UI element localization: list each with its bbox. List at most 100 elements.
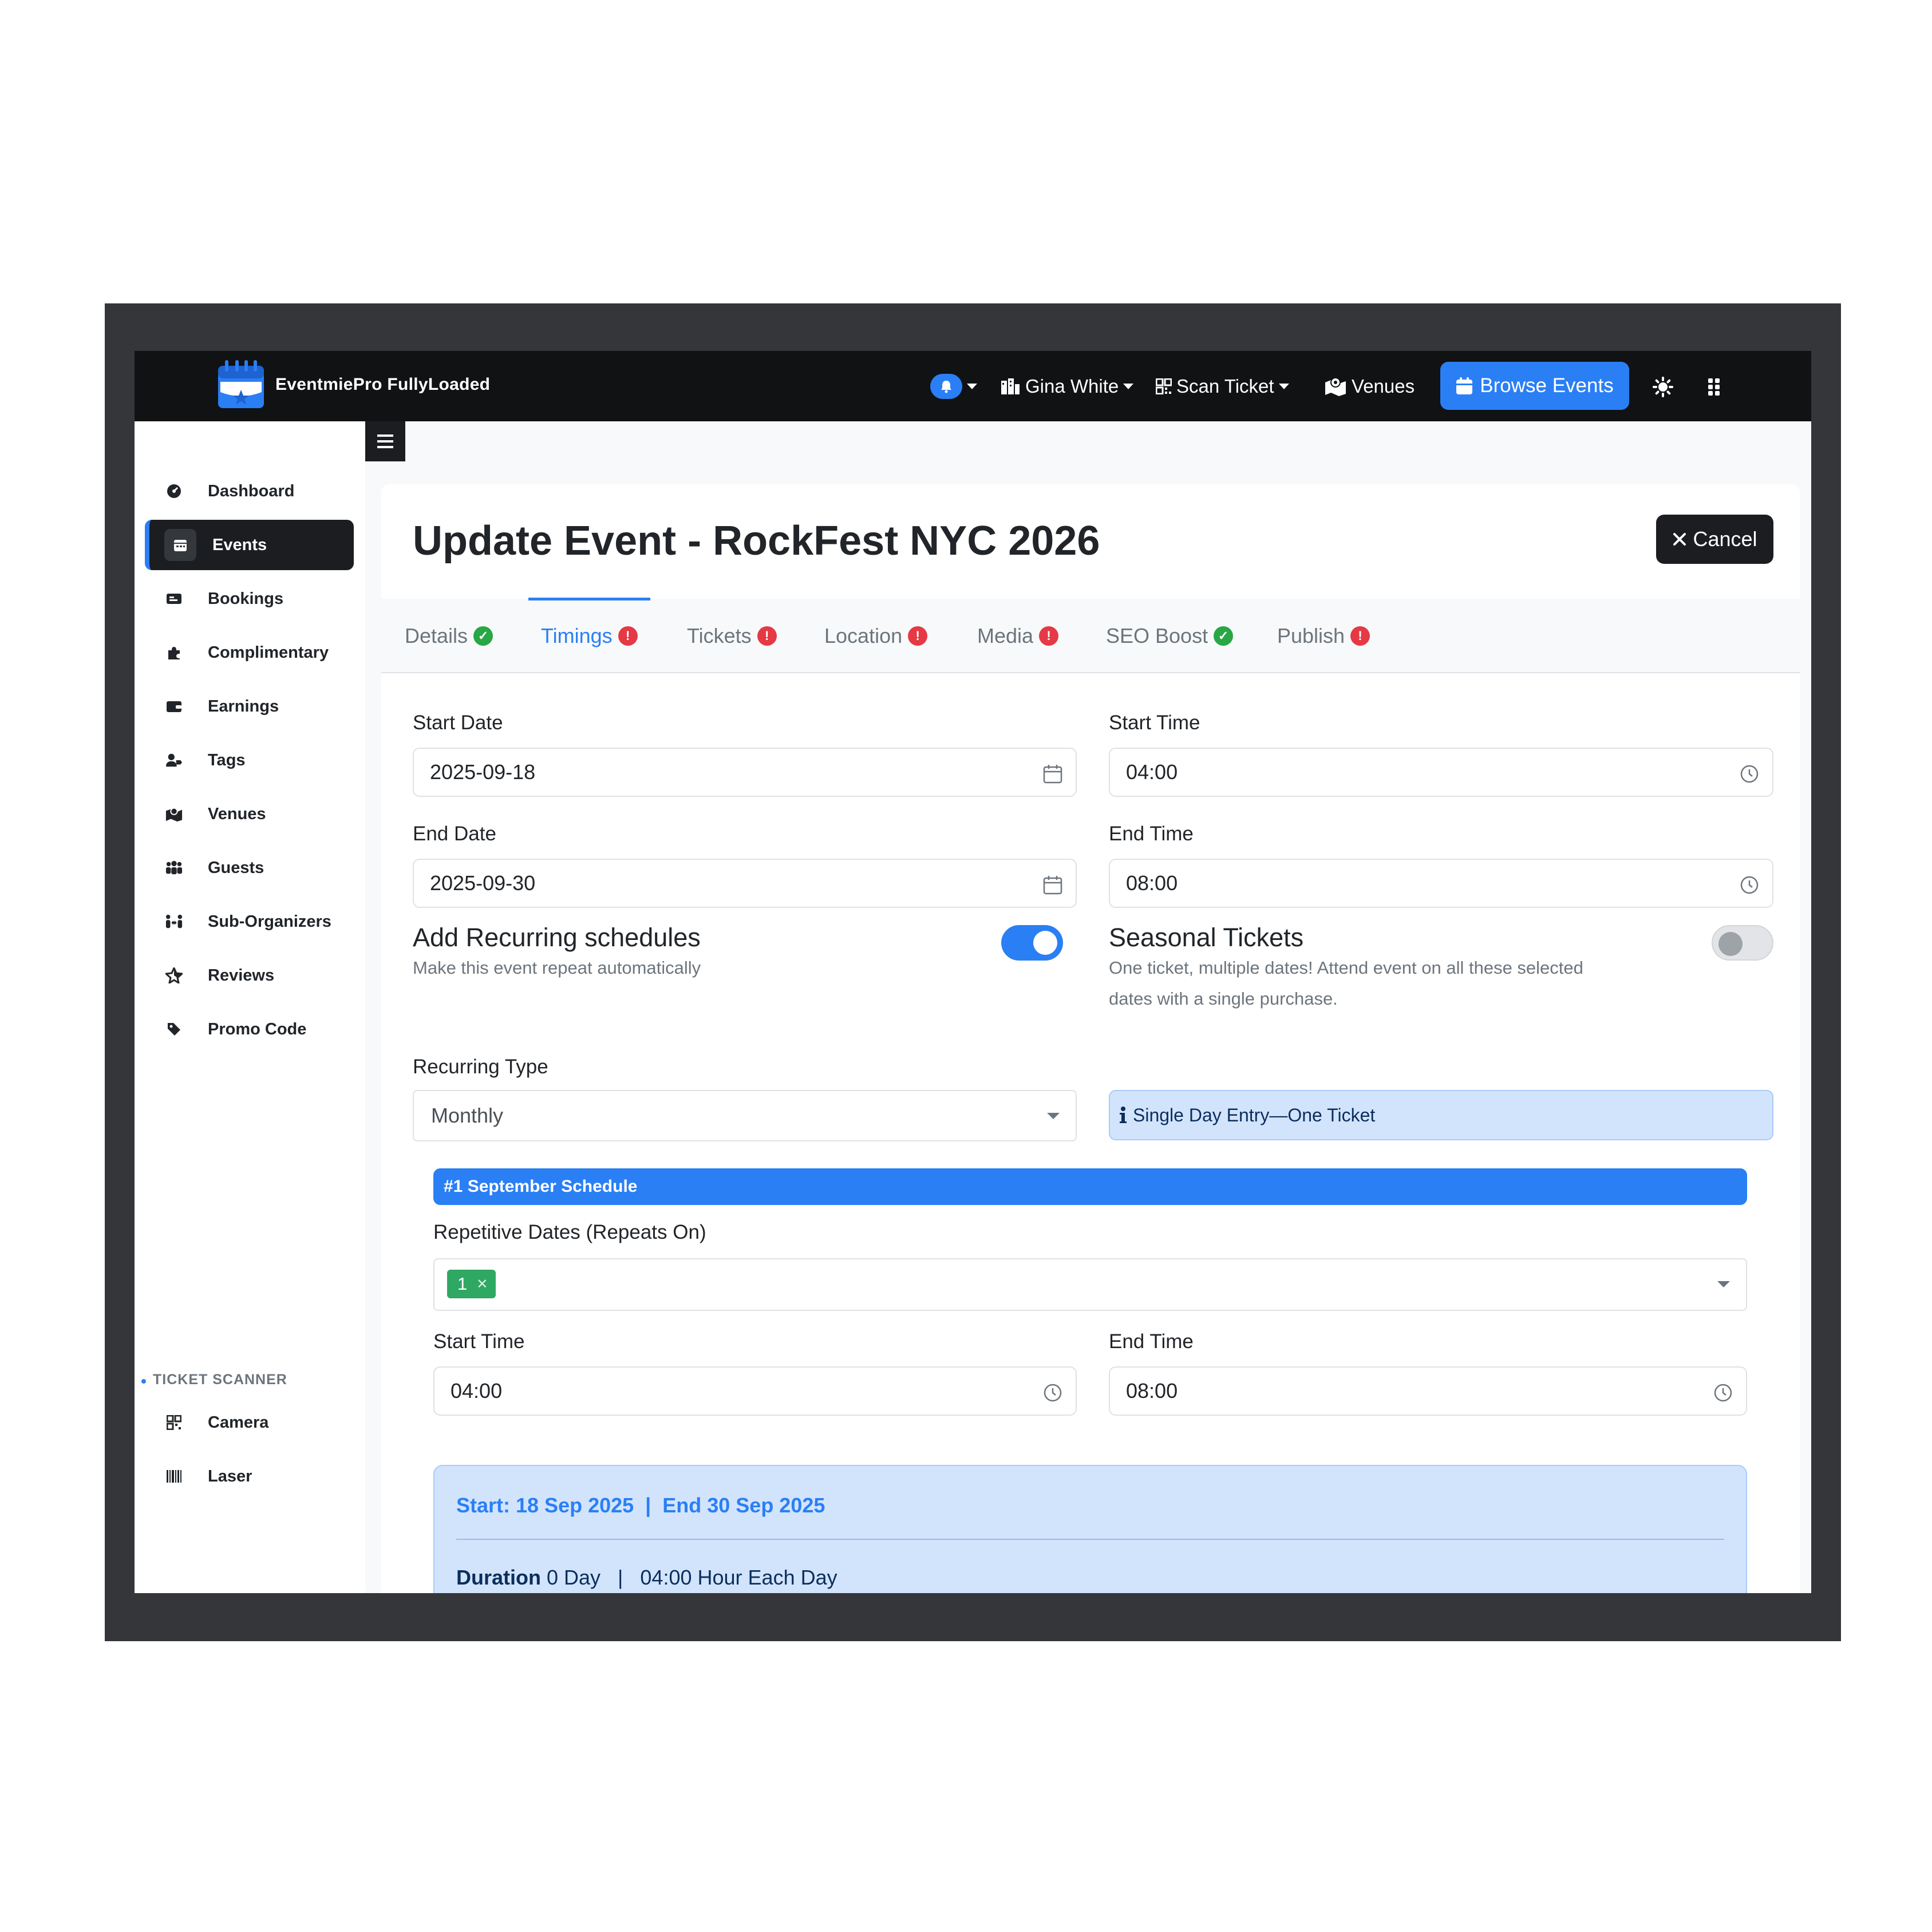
sidebar-item-camera[interactable]: Camera <box>145 1397 354 1448</box>
venues-label: Venues <box>1352 376 1415 397</box>
apps-grid-icon[interactable] <box>1708 378 1720 396</box>
entry-info-text: Single Day Entry—One Ticket <box>1133 1104 1376 1125</box>
sidebar-item-guests[interactable]: Guests <box>145 843 354 893</box>
venues-link[interactable]: Venues <box>1324 372 1415 401</box>
sidebar-item-laser[interactable]: Laser <box>145 1451 354 1502</box>
close-icon <box>1673 533 1686 546</box>
sidebar-item-dashboard[interactable]: Dashboard <box>145 466 354 516</box>
chevron-down-icon <box>1047 1113 1060 1119</box>
top-navbar: EventmiePro FullyLoaded Gina White Scan … <box>135 351 1811 421</box>
check-circle-icon: ✓ <box>1214 626 1234 646</box>
sidebar-item-label: Dashboard <box>208 481 295 500</box>
tab-publish[interactable]: Publish! <box>1277 599 1370 673</box>
page-title: Update Event - RockFest NYC 2026 <box>413 518 1100 564</box>
sidebar-item-sub-organizers[interactable]: Sub-Organizers <box>145 896 354 947</box>
clock-icon[interactable] <box>1739 764 1760 784</box>
schedule-start-time-field[interactable]: 04:00 <box>433 1366 1077 1416</box>
start-date-field[interactable]: 2025-09-18 <box>413 748 1077 797</box>
end-time-label: End Time <box>1109 823 1194 845</box>
sidebar-item-bookings[interactable]: Bookings <box>145 574 354 624</box>
notifications-menu[interactable] <box>930 372 977 401</box>
remove-tag-icon[interactable]: ✕ <box>476 1276 488 1293</box>
sidebar-item-label: Promo Code <box>208 1020 307 1038</box>
sidebar-item-promo-code[interactable]: Promo Code <box>145 1004 354 1054</box>
sidebar-item-earnings[interactable]: Earnings <box>145 681 354 732</box>
event-form-card: Update Event - RockFest NYC 2026 Cancel … <box>381 484 1800 1593</box>
recurring-help: Make this event repeat automatically <box>413 958 701 978</box>
app-window: EventmiePro FullyLoaded Gina White Scan … <box>135 351 1811 1593</box>
ticket-scanner-heading: TICKET SCANNER <box>141 1372 287 1388</box>
sidebar-item-label: Complimentary <box>208 643 329 662</box>
brand-logo-icon <box>218 360 264 408</box>
chevron-down-icon <box>1123 384 1134 389</box>
start-time-field[interactable]: 04:00 <box>1109 748 1773 797</box>
recurring-type-select[interactable]: Monthly <box>413 1090 1077 1141</box>
ticket-icon <box>165 590 183 607</box>
cancel-button[interactable]: Cancel <box>1656 515 1773 564</box>
sidebar-toggle-button[interactable] <box>365 421 405 461</box>
sidebar-item-tags[interactable]: Tags <box>145 735 354 785</box>
error-circle-icon: ! <box>1350 626 1370 646</box>
dashboard-icon <box>165 483 183 500</box>
info-icon <box>1120 1107 1127 1123</box>
browse-events-button[interactable]: Browse Events <box>1440 362 1629 410</box>
schedule-end-time-field[interactable]: 08:00 <box>1109 1366 1747 1416</box>
sidebar-item-events[interactable]: Events <box>145 520 354 570</box>
browse-events-label: Browse Events <box>1480 374 1614 397</box>
sidebar-item-label: Sub-Organizers <box>208 912 331 931</box>
scan-ticket-label: Scan Ticket <box>1176 376 1274 397</box>
calendar-icon[interactable] <box>1042 764 1063 784</box>
end-date-field[interactable]: 2025-09-30 <box>413 859 1077 908</box>
scan-ticket-menu[interactable]: Scan Ticket <box>1156 372 1289 401</box>
repeat-date-tag[interactable]: 1 ✕ <box>447 1270 496 1298</box>
sidebar-item-label: Guests <box>208 858 264 877</box>
star-icon <box>165 967 183 984</box>
user-tag-icon <box>165 752 183 769</box>
sidebar-item-label: Reviews <box>208 966 275 985</box>
calendar-icon[interactable] <box>1042 875 1063 895</box>
recurring-type-label: Recurring Type <box>413 1056 548 1078</box>
end-date-label: End Date <box>413 823 496 845</box>
seasonal-help-line1: One ticket, multiple dates! Attend event… <box>1109 958 1583 978</box>
tab-seo-boost[interactable]: SEO Boost ✓ <box>1106 599 1234 673</box>
theme-toggle-sun-icon[interactable] <box>1653 377 1673 397</box>
seasonal-help-line2: dates with a single purchase. <box>1109 989 1338 1009</box>
end-time-field[interactable]: 08:00 <box>1109 859 1773 908</box>
seasonal-toggle[interactable] <box>1712 925 1773 961</box>
tab-details[interactable]: Details ✓ <box>405 599 493 673</box>
tab-media[interactable]: Media! <box>977 599 1059 673</box>
schedule-start-time-label: Start Time <box>433 1330 525 1353</box>
qrcode-icon <box>165 1414 183 1431</box>
clock-icon[interactable] <box>1042 1382 1063 1403</box>
error-circle-icon: ! <box>908 626 928 646</box>
sidebar-item-label: Bookings <box>208 589 284 608</box>
sidebar-item-venues[interactable]: Venues <box>145 789 354 839</box>
tab-location[interactable]: Location! <box>824 599 928 673</box>
sidebar: Dashboard Events Bookings Complimentary … <box>135 421 365 1593</box>
map-icon <box>165 805 183 823</box>
brand-name[interactable]: EventmiePro FullyLoaded <box>275 375 490 394</box>
tab-timings[interactable]: Timings! <box>528 598 650 673</box>
recurring-toggle[interactable] <box>1001 925 1063 961</box>
repeat-dates-label: Repetitive Dates (Repeats On) <box>433 1221 706 1243</box>
user-menu[interactable]: Gina White <box>1000 372 1134 401</box>
clock-icon[interactable] <box>1739 875 1760 895</box>
recurring-title: Add Recurring schedules <box>413 923 701 952</box>
tab-tickets[interactable]: Tickets! <box>687 599 777 673</box>
qrcode-icon <box>1156 378 1172 394</box>
cancel-label: Cancel <box>1693 527 1757 551</box>
chevron-down-icon <box>967 384 977 389</box>
start-time-label: Start Time <box>1109 712 1200 734</box>
schedule-end-time-label: End Time <box>1109 1330 1194 1353</box>
sidebar-item-reviews[interactable]: Reviews <box>145 950 354 1001</box>
sidebar-item-label: Events <box>212 535 267 554</box>
repeat-dates-select[interactable]: 1 ✕ <box>433 1258 1747 1311</box>
error-circle-icon: ! <box>618 626 638 646</box>
menu-icon <box>377 434 393 437</box>
divider <box>456 1539 1724 1540</box>
people-arrows-icon <box>165 913 183 930</box>
clock-icon[interactable] <box>1713 1382 1733 1403</box>
bell-icon <box>930 374 962 399</box>
sidebar-item-complimentary[interactable]: Complimentary <box>145 627 354 678</box>
sidebar-item-label: Camera <box>208 1413 269 1432</box>
